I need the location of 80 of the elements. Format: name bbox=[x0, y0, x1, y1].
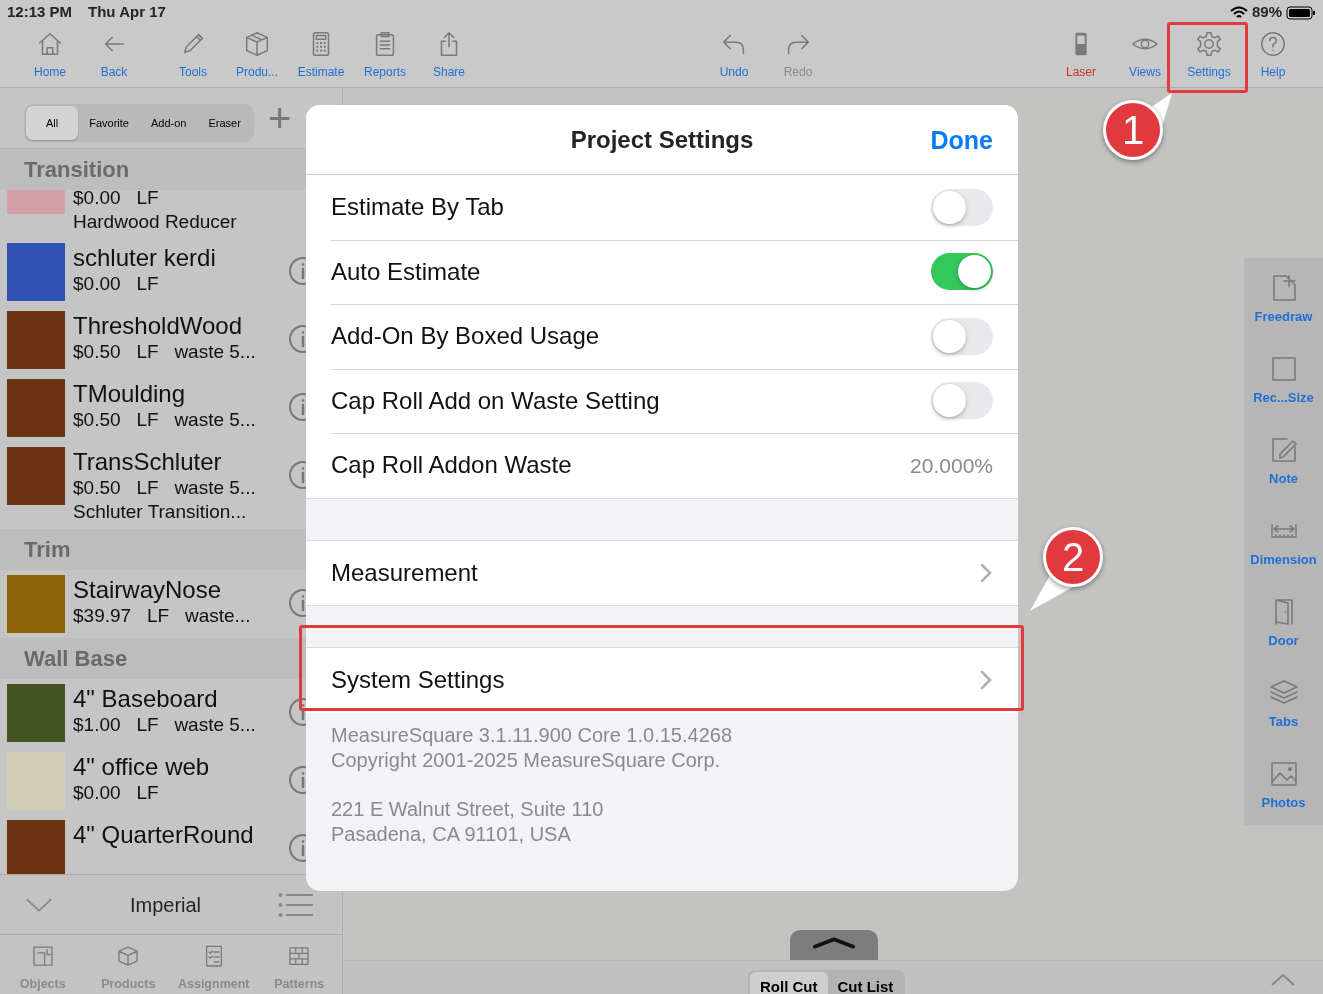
toggle-switch[interactable] bbox=[931, 188, 993, 226]
status-time: 12:13 PM bbox=[7, 2, 73, 23]
toggle-switch[interactable] bbox=[931, 253, 993, 291]
toolbar-button[interactable]: Views bbox=[1113, 25, 1177, 87]
help-icon bbox=[1258, 29, 1288, 59]
step-badge: 2 bbox=[1043, 527, 1103, 587]
cut-tab[interactable]: Roll Cut bbox=[750, 972, 828, 994]
wifi-icon bbox=[1229, 5, 1248, 20]
toolbar-button[interactable]: Estimate bbox=[289, 25, 353, 87]
battery-percent: 89% bbox=[1251, 2, 1282, 23]
toolbar-button[interactable]: Redo bbox=[766, 25, 830, 87]
tool-button[interactable]: Door bbox=[1244, 596, 1323, 677]
tool-button[interactable]: Note bbox=[1244, 434, 1323, 515]
toolbar-button[interactable]: Help bbox=[1241, 25, 1305, 87]
list-icon[interactable] bbox=[278, 891, 314, 918]
toggle-switch[interactable] bbox=[931, 382, 993, 420]
unit-label[interactable]: Imperial bbox=[129, 889, 202, 920]
product-name: 4" Baseboard bbox=[73, 684, 219, 713]
bottom-tab[interactable]: Objects bbox=[0, 935, 86, 994]
toolbar-button[interactable]: Home bbox=[18, 25, 82, 87]
product-name: 4" QuarterRound bbox=[73, 820, 254, 849]
filter-tab[interactable]: Add-on bbox=[140, 106, 198, 140]
footer-text: MeasureSquare 3.1.11.900 Core 1.0.15.4268 bbox=[331, 722, 734, 748]
product-name: TransSchluter bbox=[73, 447, 223, 476]
done-button[interactable]: Done bbox=[930, 122, 993, 160]
toggle-switch[interactable] bbox=[931, 317, 993, 355]
add-button[interactable]: + bbox=[267, 98, 292, 138]
footer-text: 221 E Walnut Street, Suite 110 bbox=[331, 796, 605, 822]
footer-text: Pasadena, CA 91101, USA bbox=[331, 821, 572, 847]
filter-tab[interactable]: Favorite bbox=[78, 106, 140, 140]
product-detail: Hardwood Reducer bbox=[73, 210, 237, 234]
bottom-tab[interactable]: Patterns bbox=[256, 935, 342, 994]
product-name: StairwayNose bbox=[73, 575, 223, 604]
product-name: ThresholdWood bbox=[73, 311, 243, 340]
toolbar-button[interactable]: Reports bbox=[353, 25, 417, 87]
status-date: Thu Apr 17 bbox=[88, 2, 166, 23]
chevron-right-icon bbox=[979, 561, 993, 584]
setting-label: Cap Roll Addon Waste bbox=[331, 450, 572, 481]
tool-button[interactable]: Dimension bbox=[1244, 515, 1323, 596]
tool-button[interactable]: Tabs bbox=[1244, 677, 1323, 758]
bottom-tab[interactable]: Assignment bbox=[171, 935, 257, 994]
setting-value: 20.000% bbox=[910, 452, 993, 479]
tool-button[interactable]: Rec...Size bbox=[1244, 353, 1323, 434]
footer-text: Copyright 2001-2025 MeasureSquare Corp. bbox=[331, 747, 722, 773]
toolbar-button[interactable]: Tools bbox=[161, 25, 225, 87]
chevron-right-icon bbox=[979, 669, 993, 692]
bottom-tab[interactable]: Products bbox=[85, 935, 171, 994]
setting-label: Auto Estimate bbox=[331, 256, 481, 287]
product-detail: $0.00 LF bbox=[73, 781, 160, 805]
setting-label: Cap Roll Add on Waste Setting bbox=[331, 385, 660, 416]
step-badge: 1 bbox=[1103, 100, 1163, 160]
product-detail: $0.00 LF bbox=[73, 272, 160, 296]
product-name: schluter kerdi bbox=[73, 243, 216, 272]
tool-button[interactable]: Freedraw bbox=[1244, 272, 1323, 353]
chevron-down-icon[interactable] bbox=[25, 896, 53, 913]
product-name: 4" office web bbox=[73, 752, 210, 781]
toolbar-button[interactable]: Produ... bbox=[225, 25, 289, 87]
toolbar-button[interactable]: Back bbox=[82, 25, 146, 87]
product-detail: $39.97 LF waste... bbox=[73, 604, 251, 628]
dialog-title: Project Settings bbox=[570, 124, 754, 155]
product-name: TMoulding bbox=[73, 379, 187, 408]
product-detail: $0.50 LF waste 5... bbox=[73, 340, 256, 364]
setting-label: Estimate By Tab bbox=[331, 192, 504, 223]
filter-tab[interactable]: All bbox=[26, 106, 79, 140]
settings-nav-row[interactable]: System Settings bbox=[306, 648, 1018, 713]
toolbar-button[interactable]: Undo bbox=[702, 25, 766, 87]
battery-icon bbox=[1286, 5, 1316, 20]
setting-label: Add-On By Boxed Usage bbox=[331, 321, 600, 352]
drawer-handle[interactable] bbox=[790, 930, 878, 960]
filter-tab[interactable]: Eraser bbox=[197, 106, 252, 140]
toolbar-button[interactable]: Laser bbox=[1049, 25, 1113, 87]
cut-tab[interactable]: Cut List bbox=[827, 972, 904, 994]
tool-button[interactable]: Photos bbox=[1244, 758, 1323, 839]
toolbar-button[interactable]: Share bbox=[417, 25, 481, 87]
product-detail: $1.00 LF waste 5... bbox=[73, 713, 256, 737]
product-detail: $0.50 LF waste 5... bbox=[73, 408, 256, 432]
product-detail: Schluter Transition... bbox=[73, 500, 248, 524]
settings-icon bbox=[1194, 29, 1224, 59]
product-detail: $0.50 LF waste 5... bbox=[73, 476, 256, 500]
toolbar-button[interactable]: Settings bbox=[1177, 25, 1241, 87]
